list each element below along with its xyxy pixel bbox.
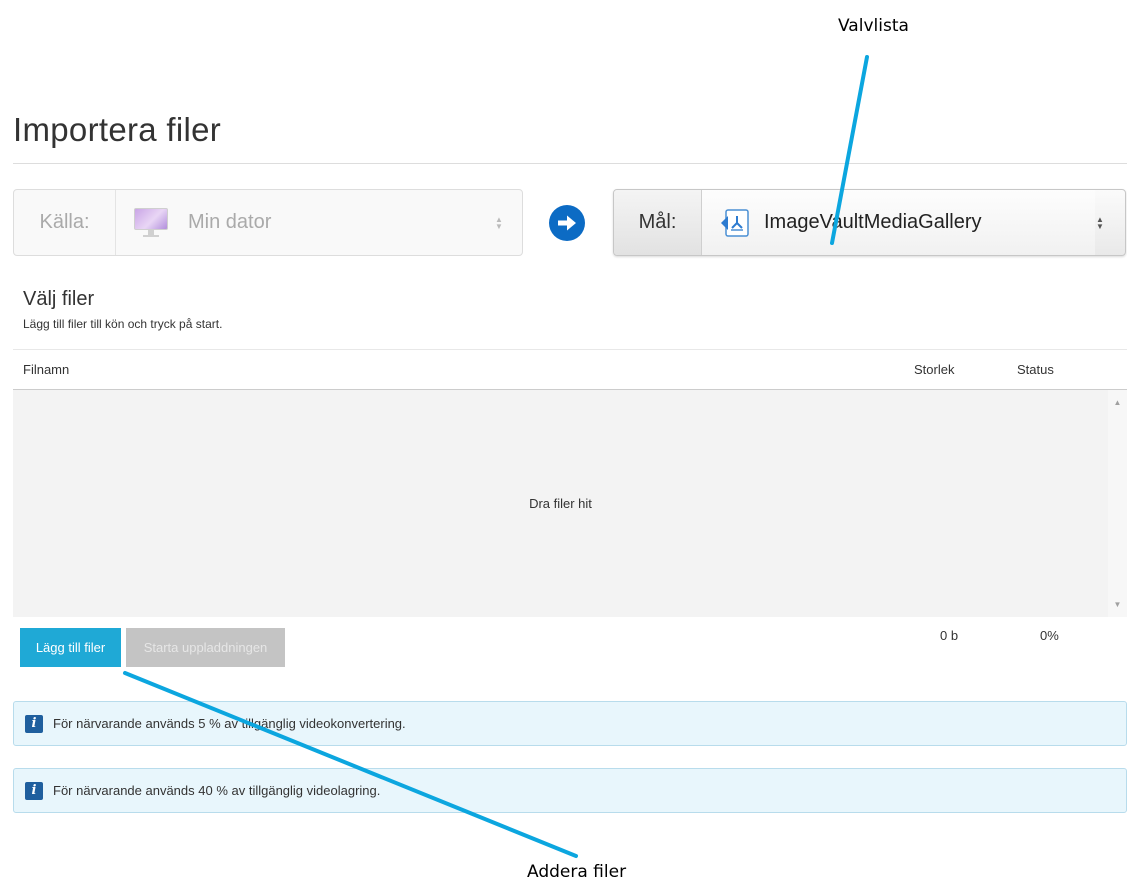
dropzone-text: Dra filer hit [529,496,592,511]
scroll-down-icon[interactable]: ▼ [1108,600,1127,609]
start-upload-button[interactable]: Starta uppladdningen [126,628,285,667]
target-label: Mål: [614,190,702,255]
add-files-button[interactable]: Lägg till filer [20,628,121,667]
computer-icon [134,207,168,238]
divider [13,349,1127,350]
source-select[interactable]: Källa: Min dator ▲ ▼ [13,189,523,256]
imagevault-icon [721,208,749,237]
target-value-area: ImageVaultMediaGallery [702,190,1095,255]
source-label: Källa: [14,190,116,255]
info-icon: i [25,781,43,800]
source-value-area: Min dator [116,207,494,238]
scroll-up-icon[interactable]: ▲ [1108,398,1127,407]
target-select[interactable]: Mål: ImageVaultMediaGallery ▲ ▼ [613,189,1126,256]
info-text: För närvarande används 40 % av tillgängl… [53,783,381,798]
total-status: 0% [1040,628,1059,643]
dropzone-scrollbar[interactable]: ▲ ▼ [1108,390,1127,617]
total-size: 0 b [940,628,959,643]
info-text: För närvarande används 5 % av tillgängli… [53,716,406,731]
files-heading: Välj filer [23,288,95,310]
column-header-size[interactable]: Storlek [914,362,954,377]
annotation-label-addera-filer: Addera filer [527,862,627,882]
title-divider [13,163,1127,164]
column-header-filename[interactable]: Filnamn [23,362,69,377]
files-subheading: Lägg till filer till kön och tryck på st… [23,317,223,331]
page-title: Importera filer [13,111,222,148]
column-header-status[interactable]: Status [1017,362,1054,377]
source-value: Min dator [188,211,272,233]
target-value: ImageVaultMediaGallery [764,211,982,233]
info-icon: i [25,714,43,733]
select-arrows-icon: ▲ ▼ [1096,214,1104,231]
info-alert-video-storage: i För närvarande används 40 % av tillgän… [13,768,1127,813]
file-dropzone[interactable]: Dra filer hit [13,390,1108,617]
info-alert-video-conversion: i För närvarande används 5 % av tillgäng… [13,701,1127,746]
select-arrows-icon: ▲ ▼ [495,214,503,231]
arrow-right-icon [549,205,585,241]
annotation-label-valvlista: Valvlista [838,16,909,36]
